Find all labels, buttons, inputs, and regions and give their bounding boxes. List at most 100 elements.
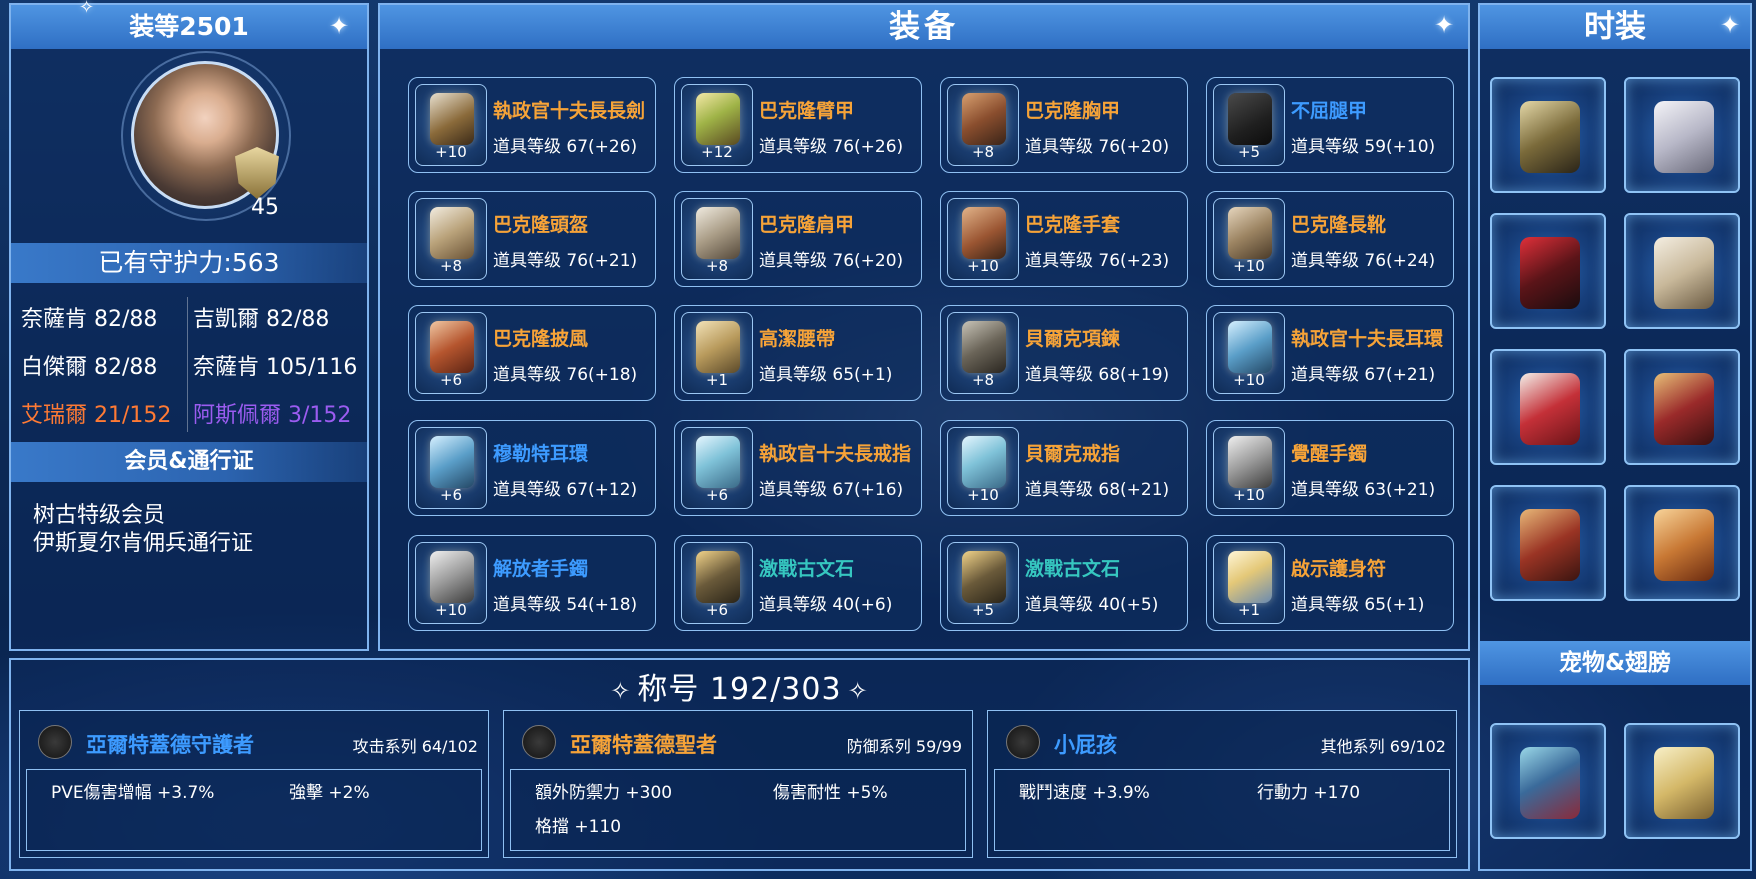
gloves-icon	[962, 207, 1006, 259]
title-name: 亞爾特蓋德守護者	[86, 733, 254, 757]
enhance-level: +10	[967, 486, 999, 504]
equipment-title: 装备	[380, 5, 1468, 49]
fashion-panel: 时装 ✦ 宠物&翅膀	[1478, 3, 1752, 871]
enhance-level: +10	[1233, 257, 1265, 275]
item-name: 巴克隆披風	[493, 328, 589, 350]
titles-panel: ✧ 称号 192/303 ✧ 亞爾特蓋德守護者 攻击系列 64/102 PVE傷害增幅 …	[9, 658, 1470, 871]
equipment-slot[interactable]: +6 激戰古文石 道具等级 40(+6)	[674, 535, 922, 631]
enhance-level: +5	[1237, 143, 1261, 161]
item-name: 巴克隆肩甲	[759, 214, 855, 236]
equipment-slot[interactable]: +8 貝爾克項鍊 道具等级 68(+19)	[940, 305, 1188, 401]
equipment-slot[interactable]: +10 執政官十夫長長劍 道具等级 67(+26)	[408, 77, 656, 173]
equipment-slot[interactable]: +10 貝爾克戒指道具等级 68(+21)	[940, 420, 1188, 516]
costume-weapon-icon	[1520, 101, 1580, 173]
item-icon-frame: +6	[681, 542, 753, 624]
item-icon-frame: +6	[681, 427, 753, 509]
item-name: 巴克隆臂甲	[759, 100, 855, 122]
item-name: 巴克隆長靴	[1291, 214, 1387, 236]
equipment-slot[interactable]: +10 解放者手鐲 道具等级 54(+18)	[408, 535, 656, 631]
sparkle-icon: ✦	[329, 12, 350, 40]
pet-slot[interactable]	[1624, 723, 1740, 839]
equipment-panel: 装备 ✦ +10 執政官十夫長長劍 道具等级 67(+26) +12 巴克隆臂甲道具等级…	[378, 3, 1470, 651]
equipment-slot[interactable]: +10 巴克隆手套 道具等级 76(+23)	[940, 191, 1188, 287]
costume-slot[interactable]	[1490, 77, 1606, 193]
costume-boots-icon	[1654, 237, 1714, 309]
character-panel: 装等2501 ✦ ✧ 45 已有守护力:563 奈薩肯 82/88 吉凱爾 82…	[9, 0, 369, 651]
enhance-level: +6	[705, 601, 729, 619]
titles-heading: ✧ 称号 192/303 ✧	[11, 664, 1468, 708]
title-card[interactable]: 亞爾特蓋德守護者 攻击系列 64/102 PVE傷害增幅 +3.7% 強擊 +2%	[19, 710, 489, 858]
costume-slot[interactable]	[1490, 349, 1606, 465]
equipment-slot[interactable]: +10 覺醒手鐲 道具等级 63(+21)	[1206, 420, 1454, 516]
item-name: 解放者手鐲	[493, 558, 589, 580]
item-name: 貝爾克戒指	[1025, 443, 1121, 465]
title-effect: 行動力 +170	[1257, 783, 1361, 803]
title-effect: 傷害耐性 +5%	[773, 783, 888, 803]
costume-slot[interactable]	[1624, 349, 1740, 465]
equipment-slot[interactable]: +6 巴克隆披風 道具等级 76(+18)	[408, 305, 656, 401]
costume-slot[interactable]	[1624, 213, 1740, 329]
enhance-level: +10	[435, 143, 467, 161]
title-card[interactable]: 小屁孩 其他系列 69/102 戰鬥速度 +3.9% 行動力 +170	[987, 710, 1457, 858]
enhance-level: +6	[439, 486, 463, 504]
equipment-slot[interactable]: +10 執政官十夫長耳環 道具等级 67(+21)	[1206, 305, 1454, 401]
item-icon-frame: +8	[947, 84, 1019, 166]
item-level: 道具等级 67(+21)	[1291, 365, 1436, 385]
equipment-slot[interactable]: +10 巴克隆長靴 道具等级 76(+24)	[1206, 191, 1454, 287]
costume-slot[interactable]	[1490, 485, 1606, 601]
equipment-slot[interactable]: +8 巴克隆頭盔 道具等级 76(+21)	[408, 191, 656, 287]
pet-slot[interactable]	[1490, 723, 1606, 839]
title-name: 亞爾特蓋德聖者	[570, 733, 717, 757]
item-level: 道具等级 76(+23)	[1025, 251, 1170, 271]
runestone-icon	[696, 551, 740, 603]
enhance-level: +6	[705, 486, 729, 504]
title-effect: 強擊 +2%	[289, 783, 370, 803]
item-icon-frame: +1	[681, 312, 753, 394]
equipment-slot[interactable]: +8 巴克隆肩甲道具等级 76(+20)	[674, 191, 922, 287]
costume-horn-icon	[1654, 509, 1714, 581]
costume-slot[interactable]	[1624, 77, 1740, 193]
fashion-title: 时装	[1480, 5, 1750, 49]
boots-icon	[1228, 207, 1272, 259]
runestone-icon	[962, 551, 1006, 603]
enhance-level: +8	[439, 257, 463, 275]
equipment-slot[interactable]: +5 激戰古文石 道具等级 40(+5)	[940, 535, 1188, 631]
item-icon-frame: +10	[947, 427, 1019, 509]
equipment-slot[interactable]: +6 穆勒特耳環 道具等级 67(+12)	[408, 420, 656, 516]
item-level: 道具等级 76(+20)	[1025, 137, 1170, 157]
enhance-level: +1	[705, 371, 729, 389]
costume-slot[interactable]	[1490, 213, 1606, 329]
item-level: 道具等级 65(+1)	[1291, 595, 1425, 615]
enhance-level: +1	[1237, 601, 1261, 619]
sparkle-icon: ✦	[1434, 11, 1455, 39]
character-level: 45	[251, 195, 279, 220]
shoulder-armor-icon	[696, 207, 740, 259]
title-emblem-icon	[522, 725, 556, 759]
titles-count: 称号 192/303	[637, 672, 842, 707]
equipment-slot[interactable]: +6 執政官十夫長戒指 道具等级 67(+16)	[674, 420, 922, 516]
equipment-slot[interactable]: +5 不屈腿甲 道具等级 59(+10)	[1206, 77, 1454, 173]
title-card[interactable]: 亞爾特蓋德聖者 防御系列 59/99 額外防禦力 +300 傷害耐性 +5% 格擋 +1…	[503, 710, 973, 858]
item-level: 道具等级 67(+26)	[493, 137, 638, 157]
costume-slot[interactable]	[1624, 485, 1740, 601]
equipment-slot[interactable]: +8 巴克隆胸甲 道具等级 76(+20)	[940, 77, 1188, 173]
equipment-slot[interactable]: +1 啟示護身符道具等级 65(+1)	[1206, 535, 1454, 631]
item-name: 覺醒手鐲	[1291, 443, 1368, 465]
item-level: 道具等级 76(+21)	[493, 251, 638, 271]
title-effect: 戰鬥速度 +3.9%	[1019, 783, 1150, 803]
equipment-slot[interactable]: +1 高潔腰帶 道具等级 65(+1)	[674, 305, 922, 401]
equipment-slot[interactable]: +12 巴克隆臂甲 道具等级 76(+26)	[674, 77, 922, 173]
costume-top-icon	[1520, 373, 1580, 445]
item-name: 激戰古文石	[759, 558, 855, 580]
item-icon-frame: +6	[415, 427, 487, 509]
stat-airuier: 艾瑞爾 21/152	[21, 403, 172, 428]
costume-sleeves-icon	[1520, 509, 1580, 581]
item-level: 道具等级 68(+21)	[1025, 480, 1170, 500]
item-level: 道具等级 76(+18)	[493, 365, 638, 385]
item-icon-frame: +8	[681, 198, 753, 280]
item-icon-frame: +12	[681, 84, 753, 166]
item-level: 道具等级 76(+20)	[759, 251, 904, 271]
item-icon-frame: +1	[1213, 542, 1285, 624]
item-name: 啟示護身符	[1291, 558, 1387, 580]
stat-baijie: 白傑爾 82/88	[21, 355, 158, 380]
